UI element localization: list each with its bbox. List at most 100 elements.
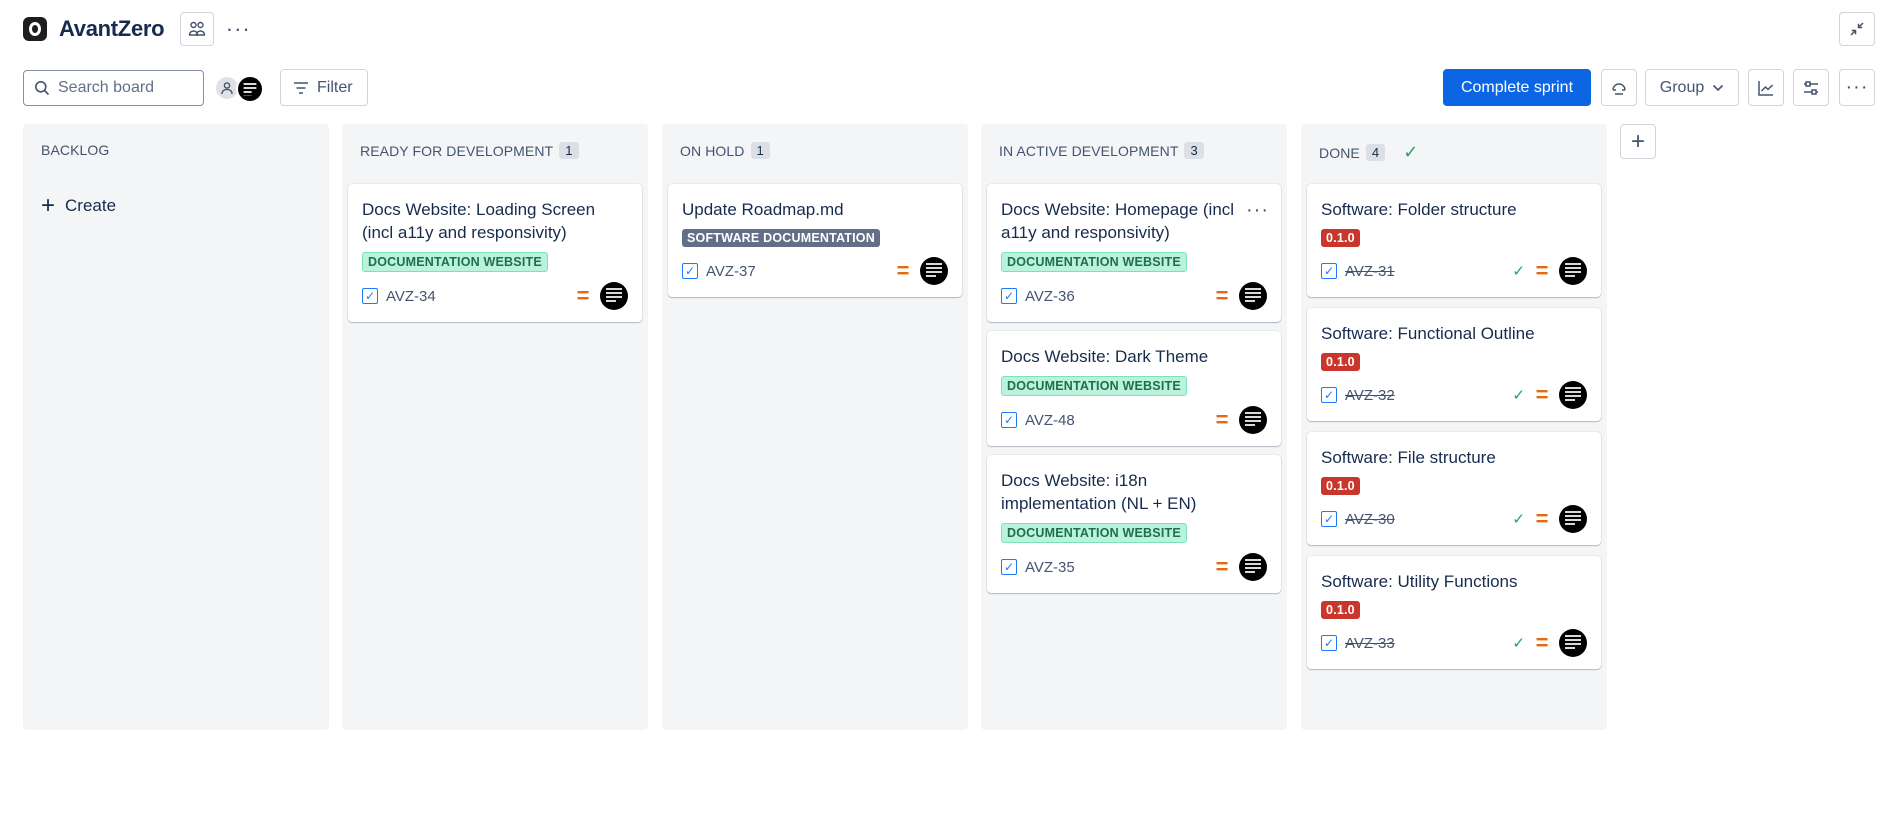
issue-key[interactable]: AVZ-36 (1025, 288, 1075, 305)
settings-sliders-icon (1804, 80, 1818, 95)
card-footer: ✓ AVZ-32 ✓ = (1321, 381, 1587, 409)
issue-card[interactable]: Docs Website: Loading Screen (incl a11y … (348, 184, 642, 322)
issue-key[interactable]: AVZ-33 (1345, 635, 1395, 652)
issue-card[interactable]: Software: File structure 0.1.0 ✓ AVZ-30 … (1307, 432, 1601, 545)
issue-card[interactable]: Software: Functional Outline 0.1.0 ✓ AVZ… (1307, 308, 1601, 421)
card-footer: ✓ AVZ-31 ✓ = (1321, 257, 1587, 285)
card-more-button[interactable]: ··· (1246, 200, 1269, 220)
column-count: 1 (750, 142, 770, 159)
view-settings-button[interactable] (1793, 69, 1829, 106)
complete-sprint-button[interactable]: Complete sprint (1443, 69, 1591, 106)
filter-button[interactable]: Filter (280, 69, 368, 106)
column-header: ON HOLD 1 (680, 142, 770, 159)
column-title: ON HOLD (680, 142, 745, 159)
task-type-icon: ✓ (682, 263, 698, 279)
card-title: Docs Website: i18n implementation (NL + … (1001, 471, 1197, 513)
user-avatar[interactable] (236, 75, 264, 103)
card-footer: ✓ AVZ-33 ✓ = (1321, 629, 1587, 657)
assignee-avatar[interactable] (1559, 257, 1587, 285)
epic-label: DOCUMENTATION WEBSITE (1001, 523, 1187, 543)
team-button[interactable] (180, 12, 215, 46)
assignee-avatar[interactable] (1559, 505, 1587, 533)
column-header: BACKLOG (41, 142, 109, 158)
board-header: AvantZero ··· (23, 12, 254, 46)
plus-icon: + (1630, 127, 1645, 155)
issue-card[interactable]: Update Roadmap.md SOFTWARE DOCUMENTATION… (668, 184, 962, 297)
epic-label: SOFTWARE DOCUMENTATION (682, 229, 880, 247)
issue-card[interactable]: Software: Folder structure 0.1.0 ✓ AVZ-3… (1307, 184, 1601, 297)
group-dropdown[interactable]: Group (1645, 69, 1739, 106)
assignee-avatar[interactable] (600, 282, 628, 310)
column-header: READY FOR DEVELOPMENT 1 (360, 142, 579, 159)
add-column-button[interactable]: + (1620, 124, 1656, 159)
create-button[interactable]: + Create (41, 194, 116, 218)
issue-key[interactable]: AVZ-32 (1345, 387, 1395, 404)
filter-icon (294, 81, 308, 94)
column-title: IN ACTIVE DEVELOPMENT (999, 142, 1179, 159)
column-count: 3 (1184, 142, 1204, 159)
assignee-avatar[interactable] (1239, 553, 1267, 581)
column-done: DONE 4 ✓ Software: Folder structure 0.1.… (1301, 124, 1607, 730)
avantzero-logo (23, 17, 47, 41)
column-ready-for-development: READY FOR DEVELOPMENT 1 Docs Website: Lo… (342, 124, 648, 730)
assignee-avatar[interactable] (1239, 406, 1267, 434)
issue-key[interactable]: AVZ-48 (1025, 412, 1075, 429)
card-title: Software: Utility Functions (1321, 572, 1518, 591)
column-title: DONE (1319, 144, 1360, 161)
issue-key[interactable]: AVZ-37 (706, 263, 756, 280)
issue-key[interactable]: AVZ-35 (1025, 559, 1075, 576)
priority-medium-icon: = (1535, 382, 1549, 407)
assignee-avatar[interactable] (1559, 629, 1587, 657)
sprint-feedback-button[interactable] (1601, 69, 1637, 106)
toolbar-more-button[interactable]: ··· (1839, 69, 1875, 106)
task-type-icon: ✓ (1321, 635, 1337, 651)
card-footer: ✓ AVZ-35 = (1001, 553, 1267, 581)
issue-key[interactable]: AVZ-31 (1345, 263, 1395, 280)
column-count: 4 (1365, 144, 1386, 161)
task-type-icon: ✓ (362, 288, 378, 304)
collapse-button[interactable] (1839, 12, 1875, 46)
fix-version-label: 0.1.0 (1321, 601, 1360, 619)
priority-medium-icon: = (1215, 407, 1229, 432)
priority-medium-icon: = (1535, 258, 1549, 283)
header-more-button[interactable]: ··· (222, 13, 254, 45)
issue-card[interactable]: Software: Utility Functions 0.1.0 ✓ AVZ-… (1307, 556, 1601, 669)
fix-version-label: 0.1.0 (1321, 229, 1360, 247)
card-footer: ✓ AVZ-36 = (1001, 282, 1267, 310)
priority-medium-icon: = (1535, 506, 1549, 531)
epic-label: DOCUMENTATION WEBSITE (362, 252, 548, 272)
feedback-icon (1612, 82, 1626, 95)
epic-label: DOCUMENTATION WEBSITE (1001, 376, 1187, 396)
insights-button[interactable] (1748, 69, 1784, 106)
column-in-active-development: IN ACTIVE DEVELOPMENT 3 Docs Website: Ho… (981, 124, 1287, 730)
task-type-icon: ✓ (1321, 511, 1337, 527)
search-input[interactable] (58, 79, 188, 97)
card-title: Software: File structure (1321, 448, 1496, 467)
assignee-avatar[interactable] (920, 257, 948, 285)
issue-card[interactable]: Docs Website: Homepage (incl a11y and re… (987, 184, 1281, 322)
assignee-avatar[interactable] (1239, 282, 1267, 310)
assignee-avatar[interactable] (1559, 381, 1587, 409)
priority-medium-icon: = (1535, 630, 1549, 655)
issue-card[interactable]: Docs Website: Dark Theme DOCUMENTATION W… (987, 331, 1281, 446)
priority-medium-icon: = (896, 258, 910, 283)
card-title: Update Roadmap.md (682, 200, 844, 219)
done-check-icon: ✓ (1512, 635, 1525, 652)
filter-label: Filter (317, 78, 353, 96)
column-title: READY FOR DEVELOPMENT (360, 142, 554, 159)
issue-card[interactable]: Docs Website: i18n implementation (NL + … (987, 455, 1281, 593)
chart-icon (1758, 80, 1774, 96)
card-title: Software: Functional Outline (1321, 324, 1535, 343)
issue-key[interactable]: AVZ-34 (386, 288, 436, 305)
priority-medium-icon: = (1215, 283, 1229, 308)
fix-version-label: 0.1.0 (1321, 353, 1360, 371)
card-footer: ✓ AVZ-48 = (1001, 406, 1267, 434)
card-footer: ✓ AVZ-34 = (362, 282, 628, 310)
issue-key[interactable]: AVZ-30 (1345, 511, 1395, 528)
search-board[interactable] (23, 70, 204, 106)
card-title: Docs Website: Dark Theme (1001, 347, 1209, 366)
priority-medium-icon: = (1215, 554, 1229, 579)
card-title: Software: Folder structure (1321, 200, 1517, 219)
team-icon (189, 21, 206, 36)
task-type-icon: ✓ (1001, 559, 1017, 575)
